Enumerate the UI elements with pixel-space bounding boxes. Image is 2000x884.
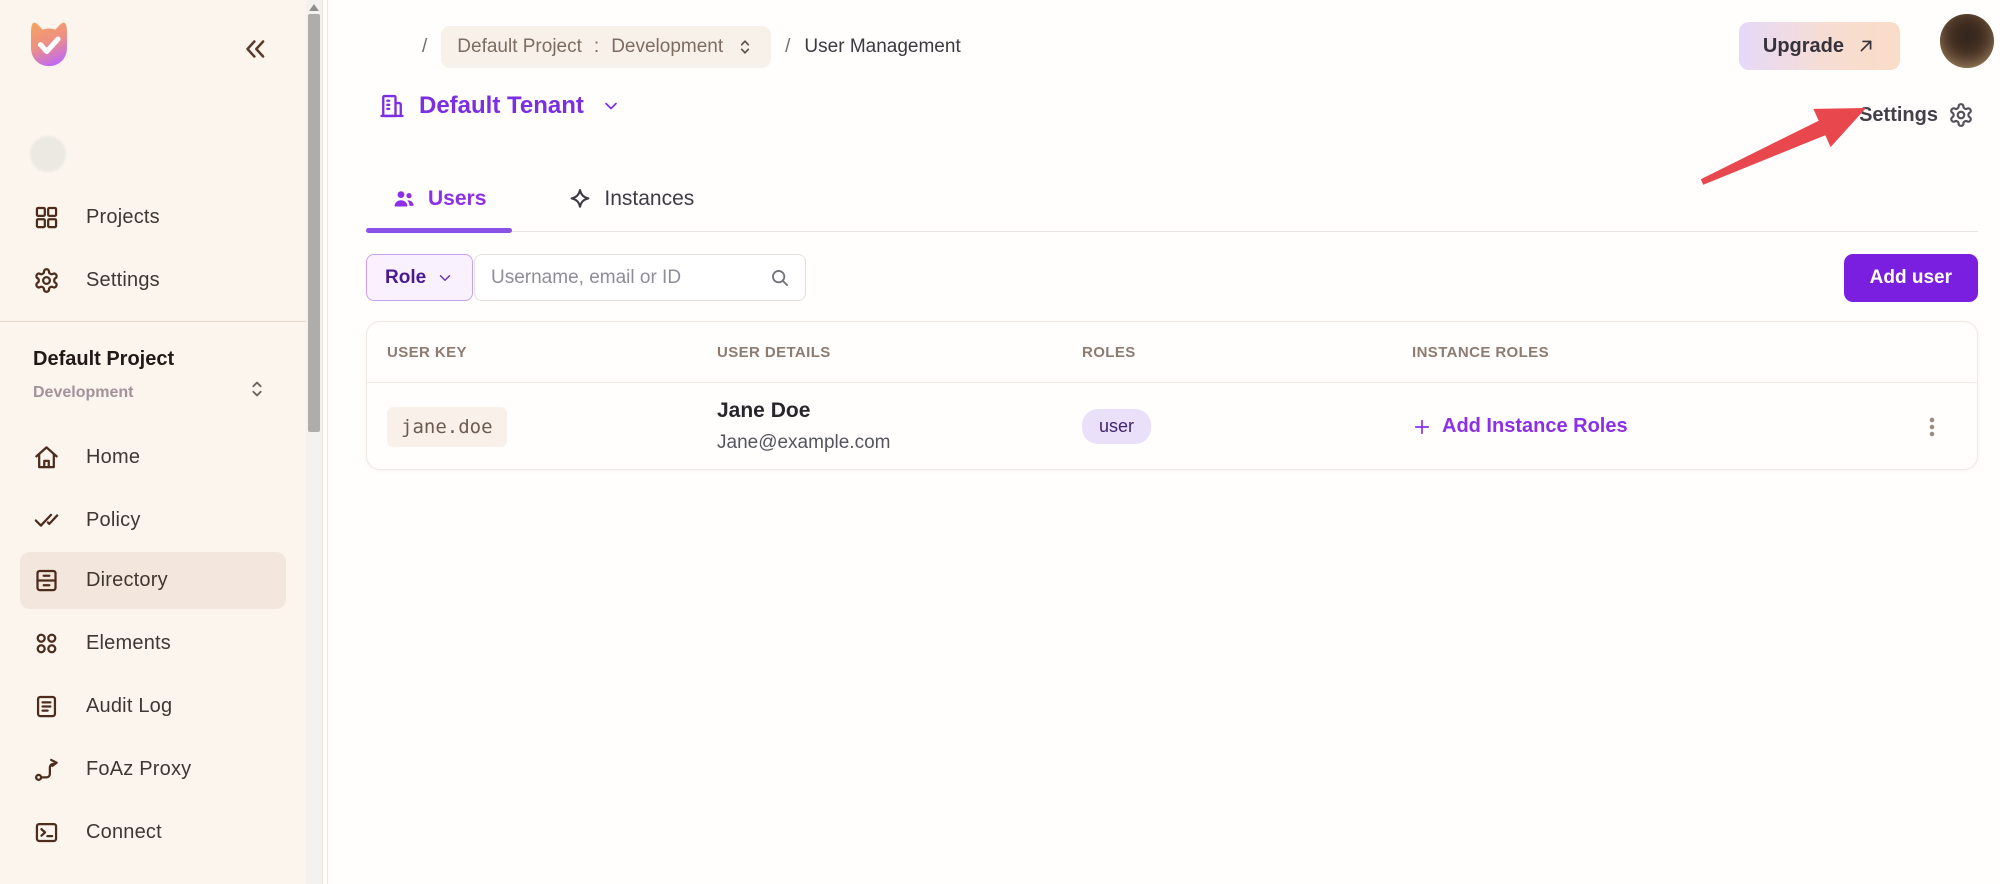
project-name: Default Project xyxy=(33,348,276,371)
breadcrumb-section: User Management xyxy=(804,36,960,58)
sidebar-item-label: Policy xyxy=(86,509,141,532)
breadcrumb: / Default Project : Development / User M… xyxy=(422,24,961,70)
user-name: Jane Doe xyxy=(717,399,1082,423)
sidebar-item-label: Connect xyxy=(86,821,162,844)
user-avatar[interactable] xyxy=(1940,14,1994,68)
avatar-image xyxy=(1940,14,1994,68)
sidebar-item-foaz-proxy[interactable]: FoAz Proxy xyxy=(0,738,306,801)
table-row: jane.doe Jane Doe Jane@example.com user … xyxy=(367,383,1977,470)
column-header-user-key: USER KEY xyxy=(387,344,717,361)
user-key-chip[interactable]: jane.doe xyxy=(387,407,507,447)
project-switcher[interactable]: Default Project Development xyxy=(33,348,276,402)
tab-label: Users xyxy=(428,187,486,211)
elements-icon xyxy=(33,630,60,657)
search-icon xyxy=(769,267,791,289)
sidebar-divider xyxy=(0,321,306,322)
sidebar-item-label: FoAz Proxy xyxy=(86,758,191,781)
role-filter-dropdown[interactable]: Role xyxy=(366,254,473,301)
sidebar-item-policy[interactable]: Policy xyxy=(0,489,306,552)
scrollbar-thumb[interactable] xyxy=(308,14,320,432)
grid-icon xyxy=(33,204,60,231)
settings-link[interactable]: Settings xyxy=(1859,102,1974,128)
sidebar-item-projects[interactable]: Projects xyxy=(0,186,306,249)
upgrade-label: Upgrade xyxy=(1763,35,1844,58)
column-header-user-details: USER DETAILS xyxy=(717,344,1082,361)
chevron-down-icon xyxy=(436,269,454,287)
environment-name: Development xyxy=(33,384,276,402)
users-table: USER KEY USER DETAILS ROLES INSTANCE ROL… xyxy=(366,321,1978,470)
breadcrumb-environment: Development xyxy=(611,36,723,58)
sidebar-item-audit-log[interactable]: Audit Log xyxy=(0,675,306,738)
sidebar-item-label: Home xyxy=(86,446,140,469)
upgrade-button[interactable]: Upgrade xyxy=(1739,22,1900,70)
plus-icon xyxy=(1412,417,1432,437)
role-badge[interactable]: user xyxy=(1082,409,1151,444)
gear-icon xyxy=(1948,102,1974,128)
user-search xyxy=(474,254,806,301)
sidebar-project-nav: Home Policy Directory Elements Audit Log… xyxy=(0,426,306,864)
add-instance-roles-button[interactable]: Add Instance Roles xyxy=(1412,415,1915,438)
tab-label: Instances xyxy=(604,187,694,211)
tab-users[interactable]: Users xyxy=(366,166,512,231)
breadcrumb-project-env-selector[interactable]: Default Project : Development xyxy=(441,26,771,68)
double-check-icon xyxy=(33,507,60,534)
sidebar-item-home[interactable]: Home xyxy=(0,426,306,489)
sidebar: Projects Settings Default Project Develo… xyxy=(0,0,306,884)
table-header-row: USER KEY USER DETAILS ROLES INSTANCE ROL… xyxy=(367,322,1977,383)
arrow-up-right-icon xyxy=(1856,36,1876,56)
column-header-instance-roles: INSTANCE ROLES xyxy=(1412,344,1915,361)
breadcrumb-slash: / xyxy=(422,36,427,58)
sidebar-item-label: Settings xyxy=(86,269,160,292)
sidebar-item-settings[interactable]: Settings xyxy=(0,249,306,312)
sidebar-collapse-button[interactable] xyxy=(240,34,270,64)
breadcrumb-project: Default Project xyxy=(457,36,582,58)
sidebar-item-elements[interactable]: Elements xyxy=(0,612,306,675)
main-content: / Default Project : Development / User M… xyxy=(328,0,2000,884)
avatar-placeholder xyxy=(30,136,66,172)
tenant-selector[interactable]: Default Tenant xyxy=(378,92,621,120)
filter-bar: Role Add user xyxy=(366,254,1978,301)
role-filter-label: Role xyxy=(385,267,426,289)
sparkle-icon xyxy=(568,187,592,211)
sidebar-item-connect[interactable]: Connect xyxy=(0,801,306,864)
tenant-name: Default Tenant xyxy=(419,92,584,120)
tab-instances[interactable]: Instances xyxy=(542,166,720,231)
sidebar-item-label: Audit Log xyxy=(86,695,172,718)
tab-bar: Users Instances xyxy=(366,166,1978,232)
terminal-icon xyxy=(33,819,60,846)
unfold-icon[interactable] xyxy=(246,378,268,400)
sidebar-item-label: Directory xyxy=(86,569,168,592)
add-user-button[interactable]: Add user xyxy=(1844,254,1978,302)
add-instance-roles-label: Add Instance Roles xyxy=(1442,415,1628,438)
chevrons-left-icon xyxy=(240,34,270,64)
breadcrumb-separator: : xyxy=(594,36,599,58)
sidebar-item-label: Elements xyxy=(86,632,171,655)
breadcrumb-slash: / xyxy=(785,36,790,58)
gear-icon xyxy=(33,267,60,294)
sidebar-item-label: Projects xyxy=(86,206,160,229)
sidebar-scrollbar[interactable] xyxy=(306,0,323,884)
search-input[interactable] xyxy=(475,267,769,289)
scroll-up-arrow-icon[interactable] xyxy=(309,4,319,11)
building-icon xyxy=(378,92,406,120)
user-email: Jane@example.com xyxy=(717,432,1082,454)
sidebar-org-nav: Projects Settings xyxy=(0,186,306,312)
settings-label: Settings xyxy=(1859,104,1938,127)
sidebar-item-directory[interactable]: Directory xyxy=(20,552,286,609)
app-logo-icon[interactable] xyxy=(22,16,76,70)
route-icon xyxy=(33,756,60,783)
users-icon xyxy=(392,187,416,211)
column-header-roles: ROLES xyxy=(1082,344,1412,361)
unfold-icon xyxy=(735,37,755,57)
chevron-down-icon xyxy=(601,96,621,116)
row-actions-menu-icon[interactable] xyxy=(1915,410,1949,444)
audit-log-icon xyxy=(33,693,60,720)
cabinet-icon xyxy=(33,567,60,594)
home-icon xyxy=(33,444,60,471)
